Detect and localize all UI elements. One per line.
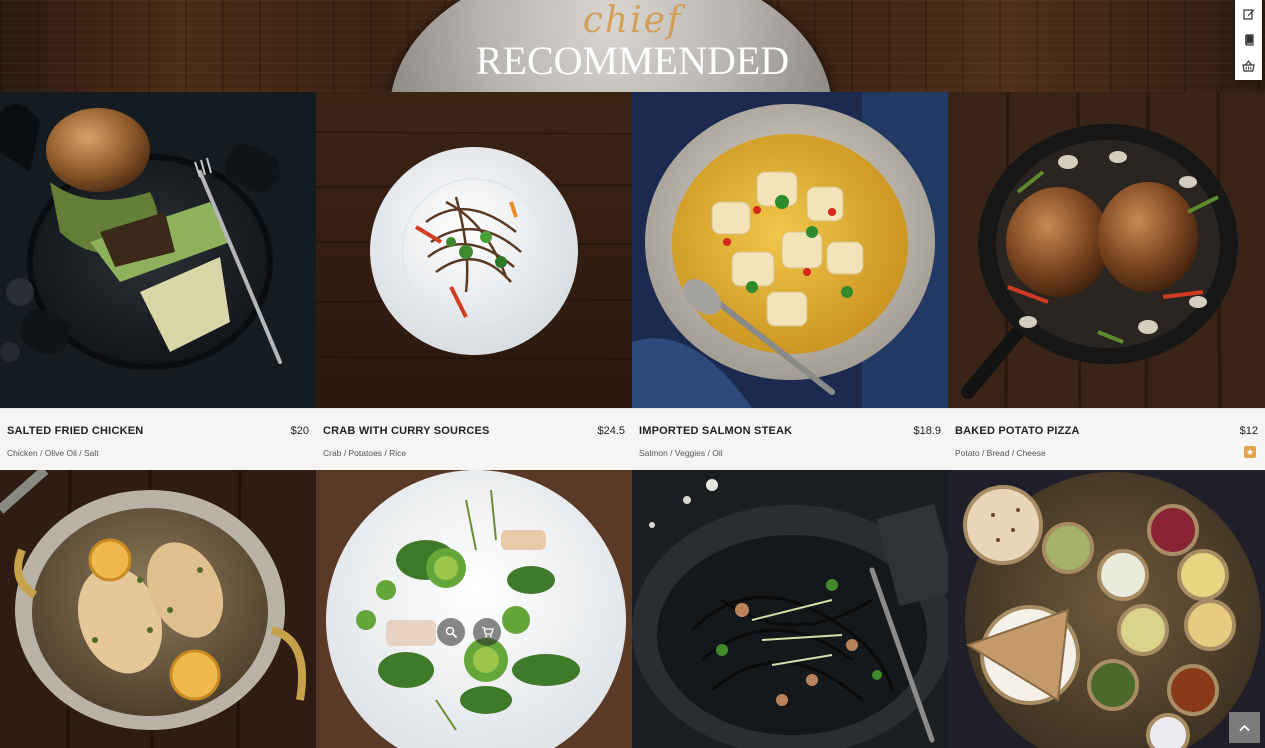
dish-photo[interactable] (0, 92, 316, 408)
dish-ingredients: Potato / Bread / Cheese (955, 448, 1046, 458)
book-button[interactable] (1235, 27, 1262, 53)
menu-card[interactable] (632, 470, 948, 748)
dish-photo[interactable] (632, 470, 948, 748)
edit-icon (1242, 9, 1254, 20)
menu-card[interactable]: IMPORTED SALMON STEAK $18.9 Salmon / Veg… (632, 92, 948, 470)
dish-info: BAKED POTATO PIZZA $12 Potato / Bread / … (948, 408, 1265, 470)
basket-icon (1242, 60, 1255, 72)
star-icon[interactable]: ★ (1244, 446, 1256, 458)
basket-button[interactable] (1235, 53, 1262, 79)
chevron-up-icon (1239, 724, 1250, 731)
dish-ingredients: Salmon / Veggies / Oil (639, 448, 723, 458)
dish-name[interactable]: BAKED POTATO PIZZA (955, 425, 1080, 437)
dish-photo[interactable] (316, 470, 632, 748)
hover-tools (437, 618, 501, 646)
dish-price: $24.5 (597, 425, 625, 437)
side-toolbar (1235, 0, 1262, 80)
hero-banner: chief RECOMMENDED (0, 0, 1265, 92)
dish-photo[interactable] (948, 92, 1265, 408)
menu-card[interactable] (316, 470, 632, 748)
dish-price: $12 (1239, 425, 1258, 437)
dish-photo[interactable] (948, 470, 1265, 748)
dish-photo[interactable] (316, 92, 632, 408)
search-icon (445, 626, 457, 638)
dish-photo[interactable] (0, 470, 316, 748)
dish-name[interactable]: CRAB WITH CURRY SOURCES (323, 425, 490, 437)
dish-name[interactable]: IMPORTED SALMON STEAK (639, 425, 792, 437)
dish-photo[interactable] (632, 92, 948, 408)
dish-info: SALTED FRIED CHICKEN $20 Chicken / Olive… (0, 408, 316, 470)
menu-card[interactable] (948, 470, 1265, 748)
dish-ingredients: Crab / Potatoes / Rice (323, 448, 407, 458)
dish-price: $18.9 (913, 425, 941, 437)
hero-script-text: chief (582, 0, 683, 41)
dish-ingredients: Chicken / Olive Oil / Salt (7, 448, 99, 458)
scroll-top-button[interactable] (1229, 712, 1260, 743)
dish-info: IMPORTED SALMON STEAK $18.9 Salmon / Veg… (632, 408, 948, 470)
dish-info: CRAB WITH CURRY SOURCES $24.5 Crab / Pot… (316, 408, 632, 470)
dish-name[interactable]: SALTED FRIED CHICKEN (7, 425, 143, 437)
add-to-cart-button[interactable] (473, 618, 501, 646)
page-title: RECOMMENDED (475, 38, 790, 83)
dish-price: $20 (290, 425, 309, 437)
edit-button[interactable] (1235, 1, 1262, 27)
menu-card[interactable] (0, 470, 316, 748)
menu-card[interactable]: SALTED FRIED CHICKEN $20 Chicken / Olive… (0, 92, 316, 470)
zoom-button[interactable] (437, 618, 465, 646)
menu-card[interactable]: CRAB WITH CURRY SOURCES $24.5 Crab / Pot… (316, 92, 632, 470)
menu-card[interactable]: BAKED POTATO PIZZA $12 Potato / Bread / … (948, 92, 1265, 470)
cart-icon (481, 626, 494, 638)
book-icon (1244, 34, 1254, 46)
